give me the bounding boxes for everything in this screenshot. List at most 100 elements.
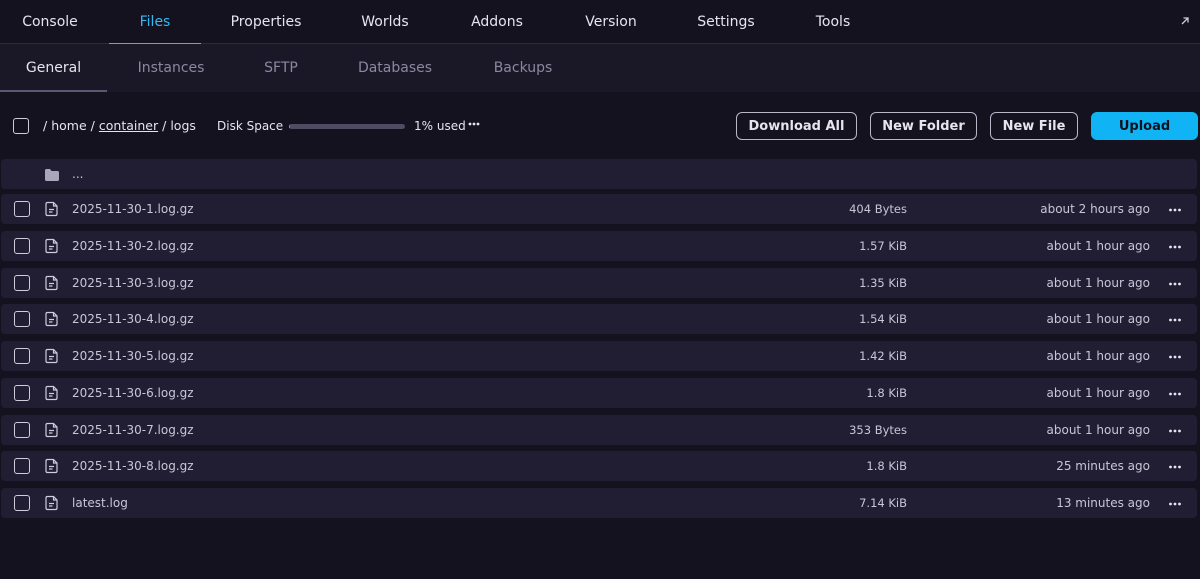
file-modified: about 1 hour ago bbox=[1046, 422, 1151, 437]
file-size: 1.8 KiB bbox=[866, 459, 907, 474]
file-row[interactable]: 2025-11-30-4.log.gz 1.54 KiB about 1 hou… bbox=[1, 304, 1197, 335]
more-horizontal-icon[interactable] bbox=[1167, 239, 1183, 253]
file-text-icon bbox=[44, 422, 60, 438]
tab-properties[interactable]: Properties bbox=[216, 0, 316, 44]
file-modified: about 2 hours ago bbox=[1040, 202, 1150, 216]
file-size: 1.35 KiB bbox=[859, 275, 907, 290]
file-size: 1.57 KiB bbox=[859, 238, 907, 253]
file-text-icon bbox=[44, 495, 60, 511]
sub-nav: General Instances SFTP Databases Backups bbox=[0, 44, 1200, 92]
select-all-checkbox[interactable] bbox=[13, 118, 29, 134]
file-modified: 25 minutes ago bbox=[1056, 459, 1150, 474]
breadcrumb: / home / container / logs bbox=[43, 118, 196, 133]
new-file-button[interactable]: New File bbox=[990, 112, 1078, 140]
download-all-button[interactable]: Download All bbox=[736, 112, 857, 140]
file-text-icon bbox=[44, 201, 60, 217]
file-checkbox[interactable] bbox=[14, 348, 30, 364]
file-checkbox[interactable] bbox=[14, 458, 30, 475]
file-name[interactable]: 2025-11-30-3.log.gz bbox=[72, 276, 194, 290]
tab-files[interactable]: Files bbox=[109, 0, 201, 45]
tab-console[interactable]: Console bbox=[0, 0, 100, 44]
file-name[interactable]: 2025-11-30-4.log.gz bbox=[72, 312, 194, 326]
subtab-backups[interactable]: Backups bbox=[473, 44, 573, 92]
tab-version[interactable]: Version bbox=[561, 0, 661, 44]
arrow-up-right-icon[interactable] bbox=[1176, 12, 1194, 30]
file-checkbox[interactable] bbox=[14, 274, 30, 291]
file-text-icon bbox=[44, 458, 60, 474]
tab-worlds[interactable]: Worlds bbox=[335, 0, 435, 44]
file-row[interactable]: 2025-11-30-3.log.gz 1.35 KiB about 1 hou… bbox=[1, 267, 1197, 298]
breadcrumb-container[interactable]: container bbox=[99, 118, 158, 133]
top-nav: Console Files Properties Worlds Addons V… bbox=[0, 0, 1200, 45]
more-horizontal-icon[interactable] bbox=[1167, 312, 1183, 326]
disk-space-used: 1% used bbox=[414, 119, 466, 133]
file-modified: 13 minutes ago bbox=[1056, 496, 1150, 510]
more-horizontal-icon[interactable] bbox=[1167, 496, 1183, 510]
disk-space-bar bbox=[289, 124, 405, 129]
file-checkbox[interactable] bbox=[14, 495, 30, 511]
parent-directory-name[interactable]: ... bbox=[72, 167, 83, 181]
file-row[interactable]: latest.log 7.14 KiB 13 minutes ago bbox=[1, 488, 1197, 518]
file-text-icon bbox=[44, 385, 60, 401]
breadcrumb-separator: / bbox=[43, 118, 48, 133]
upload-button[interactable]: Upload bbox=[1091, 112, 1198, 140]
folder-icon bbox=[44, 167, 60, 181]
file-text-icon bbox=[44, 238, 60, 254]
parent-directory-row[interactable]: ... bbox=[1, 159, 1197, 189]
file-row[interactable]: 2025-11-30-1.log.gz 404 Bytes about 2 ho… bbox=[1, 194, 1197, 224]
subtab-instances[interactable]: Instances bbox=[121, 44, 221, 92]
file-row[interactable]: 2025-11-30-6.log.gz 1.8 KiB about 1 hour… bbox=[1, 377, 1197, 408]
new-folder-button[interactable]: New Folder bbox=[870, 112, 977, 140]
breadcrumb-home[interactable]: home bbox=[51, 118, 86, 133]
file-modified: about 1 hour ago bbox=[1046, 349, 1151, 363]
more-horizontal-icon[interactable] bbox=[1167, 423, 1183, 437]
subtab-sftp[interactable]: SFTP bbox=[241, 44, 321, 92]
breadcrumb-logs: logs bbox=[170, 118, 196, 133]
file-size: 1.42 KiB bbox=[859, 349, 907, 363]
file-row[interactable]: 2025-11-30-2.log.gz 1.57 KiB about 1 hou… bbox=[1, 230, 1197, 261]
file-text-icon bbox=[44, 348, 60, 364]
file-text-icon bbox=[44, 275, 60, 291]
more-horizontal-icon[interactable] bbox=[1167, 276, 1183, 290]
file-text-icon bbox=[44, 311, 60, 327]
subtab-general[interactable]: General bbox=[0, 44, 107, 92]
file-modified: about 1 hour ago bbox=[1046, 275, 1151, 290]
file-name[interactable]: 2025-11-30-1.log.gz bbox=[72, 202, 194, 216]
subtab-databases[interactable]: Databases bbox=[345, 44, 445, 92]
file-toolbar: / home / container / logs Disk Space 1% … bbox=[0, 92, 1200, 158]
more-horizontal-icon[interactable] bbox=[466, 116, 482, 130]
breadcrumb-separator: / bbox=[162, 118, 167, 133]
file-name[interactable]: latest.log bbox=[72, 496, 128, 510]
file-row[interactable]: 2025-11-30-7.log.gz 353 Bytes about 1 ho… bbox=[1, 414, 1197, 445]
disk-space-fill bbox=[289, 124, 291, 129]
more-horizontal-icon[interactable] bbox=[1167, 459, 1183, 473]
file-size: 1.8 KiB bbox=[866, 385, 907, 400]
file-size: 7.14 KiB bbox=[859, 496, 907, 510]
file-checkbox[interactable] bbox=[14, 201, 30, 217]
file-name[interactable]: 2025-11-30-2.log.gz bbox=[72, 239, 194, 253]
tab-tools[interactable]: Tools bbox=[783, 0, 883, 44]
file-name[interactable]: 2025-11-30-5.log.gz bbox=[72, 349, 194, 363]
file-name[interactable]: 2025-11-30-7.log.gz bbox=[72, 423, 194, 437]
more-horizontal-icon[interactable] bbox=[1167, 349, 1183, 363]
file-name[interactable]: 2025-11-30-6.log.gz bbox=[72, 386, 194, 400]
file-row[interactable]: 2025-11-30-8.log.gz 1.8 KiB 25 minutes a… bbox=[1, 451, 1197, 482]
file-modified: about 1 hour ago bbox=[1046, 385, 1151, 400]
file-modified: about 1 hour ago bbox=[1046, 238, 1151, 253]
tab-settings[interactable]: Settings bbox=[676, 0, 776, 44]
file-modified: about 1 hour ago bbox=[1046, 312, 1151, 327]
breadcrumb-separator: / bbox=[90, 118, 95, 133]
more-horizontal-icon[interactable] bbox=[1167, 202, 1183, 216]
file-size: 1.54 KiB bbox=[859, 312, 907, 327]
file-checkbox[interactable] bbox=[14, 421, 30, 438]
disk-space-label: Disk Space bbox=[217, 119, 284, 133]
more-horizontal-icon[interactable] bbox=[1167, 386, 1183, 400]
file-name[interactable]: 2025-11-30-8.log.gz bbox=[72, 459, 194, 473]
file-row[interactable]: 2025-11-30-5.log.gz 1.42 KiB about 1 hou… bbox=[1, 341, 1197, 371]
file-size: 353 Bytes bbox=[849, 422, 907, 437]
tab-addons[interactable]: Addons bbox=[447, 0, 547, 44]
file-checkbox[interactable] bbox=[14, 384, 30, 401]
file-checkbox[interactable] bbox=[14, 237, 30, 254]
file-checkbox[interactable] bbox=[14, 311, 30, 328]
file-size: 404 Bytes bbox=[849, 202, 907, 216]
